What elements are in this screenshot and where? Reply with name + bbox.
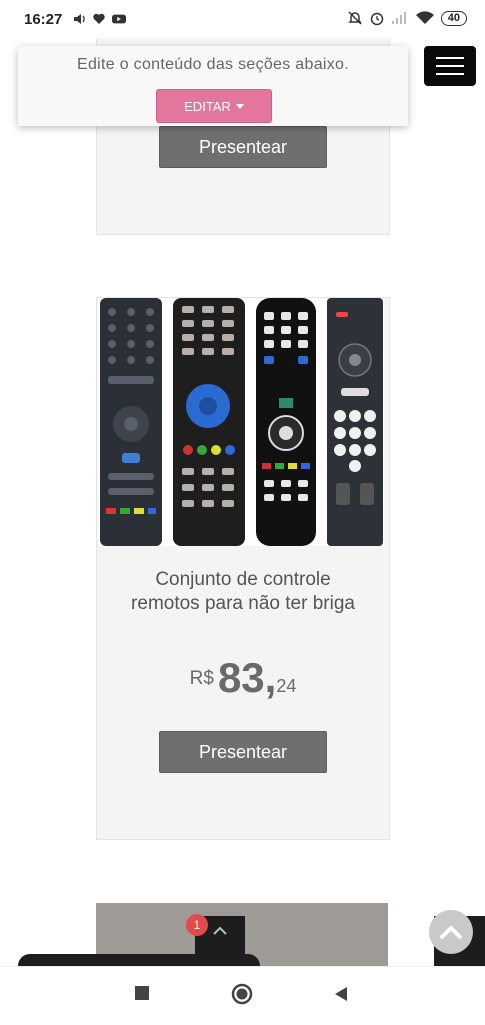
notification-badge: 1 xyxy=(186,914,208,936)
edit-button[interactable]: EDITAR xyxy=(156,89,272,123)
product-image[interactable] xyxy=(98,298,384,546)
edit-button-label: EDITAR xyxy=(184,98,231,114)
home-icon[interactable] xyxy=(231,983,253,1005)
hamburger-icon xyxy=(436,57,464,59)
hamburger-menu-button[interactable] xyxy=(424,46,476,86)
product-title[interactable]: Conjunto de controle remotos para não te… xyxy=(97,568,389,616)
heart-icon xyxy=(93,13,105,24)
editor-panel: Edite o conteúdo das seções abaixo. EDIT… xyxy=(18,46,408,126)
battery-icon: 40 xyxy=(440,10,467,26)
arrow-up-icon xyxy=(440,926,462,939)
gift-button[interactable]: Presentear xyxy=(159,731,327,773)
youtube-icon xyxy=(112,14,126,24)
status-time: 16:27 xyxy=(24,11,63,28)
price-currency: R$ xyxy=(189,668,214,689)
volume-icon xyxy=(74,14,85,24)
alarm-icon xyxy=(370,12,383,26)
price-integer: 83, xyxy=(217,654,277,701)
signal-icon xyxy=(391,12,406,24)
gift-button[interactable]: Presentear xyxy=(159,126,327,168)
price-cents: 24 xyxy=(276,676,297,696)
status-bar: 16:27 40 xyxy=(0,0,485,38)
scroll-top-button[interactable] xyxy=(429,910,473,954)
mute-icon xyxy=(347,11,362,25)
editor-message: Edite o conteúdo das seções abaixo. xyxy=(76,56,349,73)
recent-apps-icon[interactable] xyxy=(134,985,150,1001)
system-nav-bar xyxy=(0,966,485,1025)
product-price: R$83,24 xyxy=(97,654,389,702)
back-icon[interactable] xyxy=(333,986,349,1002)
chevron-up-icon xyxy=(213,926,227,935)
wifi-icon xyxy=(415,11,434,24)
caret-down-icon xyxy=(235,103,244,109)
product-card: Conjunto de controle remotos para não te… xyxy=(96,297,390,840)
